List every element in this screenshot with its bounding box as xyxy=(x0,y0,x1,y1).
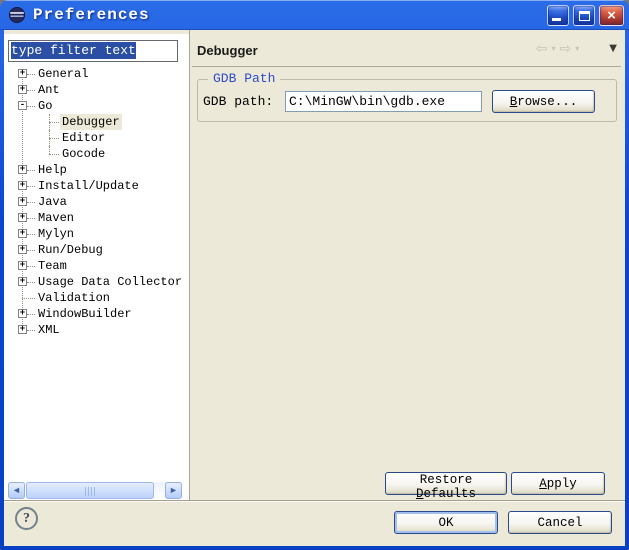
tree-item-label: Team xyxy=(36,258,69,274)
expand-icon[interactable]: + xyxy=(18,325,27,334)
browse-button[interactable]: Browse... xyxy=(492,90,595,113)
expand-icon[interactable]: + xyxy=(18,181,27,190)
titlebar[interactable]: Preferences × xyxy=(0,0,629,30)
help-icon: ? xyxy=(23,511,30,526)
tree-item-windowbuilder[interactable]: + WindowBuilder xyxy=(6,306,187,322)
tree-item-general[interactable]: + General xyxy=(6,66,187,82)
tree-item-go[interactable]: -Go xyxy=(6,98,187,114)
tree-item-label: Debugger xyxy=(60,114,122,130)
tree-item-label: General xyxy=(36,66,90,82)
dialog-content: type filter text +General+Ant-GoDebugger… xyxy=(4,30,625,546)
header-separator xyxy=(192,66,621,67)
scrollbar-thumb[interactable] xyxy=(26,482,154,499)
filter-input[interactable]: type filter text xyxy=(8,40,178,62)
scroll-left-icon: ◄ xyxy=(12,485,21,495)
preferences-window: Preferences × type filter text +General+… xyxy=(0,0,629,550)
tree-item-validation[interactable]: Validation xyxy=(6,290,187,306)
cancel-button[interactable]: Cancel xyxy=(508,511,612,534)
expand-icon[interactable]: + xyxy=(18,277,27,286)
maximize-button[interactable] xyxy=(573,5,595,26)
gdb-path-group-title: GDB Path xyxy=(208,71,280,87)
tree-item-run-debug[interactable]: + Run/Debug xyxy=(6,242,187,258)
scrollbar-grip-icon xyxy=(85,487,95,496)
tree-item-ant[interactable]: + Ant xyxy=(6,82,187,98)
filter-selected-text: type filter text xyxy=(11,42,136,59)
footer-separator xyxy=(4,500,625,501)
main-panel: Debugger ⇦ ▾ ⇨ ▾ ▼ GDB Path GDB path: Br… xyxy=(190,30,625,500)
back-dropdown-icon[interactable]: ▾ xyxy=(552,45,556,53)
tree-item-label: Help xyxy=(36,162,69,178)
close-icon: × xyxy=(607,7,616,24)
help-button[interactable]: ? xyxy=(15,507,38,530)
restore-defaults-button[interactable]: Restore Defaults xyxy=(385,472,507,495)
tree-item-label: Mylyn xyxy=(36,226,76,242)
tree-item-label: Usage Data Collector xyxy=(36,274,184,290)
tree-item-label: Editor xyxy=(60,130,107,146)
tree-item-java[interactable]: + Java xyxy=(6,194,187,210)
tree-item-label: Run/Debug xyxy=(36,242,105,258)
expand-icon[interactable]: + xyxy=(18,165,27,174)
tree-item-label: XML xyxy=(36,322,62,338)
scroll-right-button[interactable]: ► xyxy=(165,482,182,499)
view-menu-icon[interactable]: ▼ xyxy=(609,44,617,54)
maximize-icon xyxy=(579,11,590,21)
tree-item-label: Go xyxy=(36,98,54,114)
apply-button[interactable]: Apply xyxy=(511,472,605,495)
eclipse-icon xyxy=(8,6,26,24)
forward-icon[interactable]: ⇨ xyxy=(560,42,572,56)
preferences-tree: +General+Ant-GoDebuggerEditorGocode+Help… xyxy=(6,66,187,342)
tree-item-team[interactable]: + Team xyxy=(6,258,187,274)
expand-icon[interactable]: + xyxy=(18,229,27,238)
tree-item-mylyn[interactable]: + Mylyn xyxy=(6,226,187,242)
expand-icon[interactable]: + xyxy=(18,85,27,94)
tree-item-usage-data-collector[interactable]: + Usage Data Collector xyxy=(6,274,187,290)
ok-button[interactable]: OK xyxy=(394,511,498,534)
minimize-button[interactable] xyxy=(547,5,569,26)
expand-icon[interactable]: + xyxy=(18,197,27,206)
tree-item-label: Maven xyxy=(36,210,76,226)
tree-item-label: Ant xyxy=(36,82,62,98)
page-title: Debugger xyxy=(197,43,258,58)
window-title: Preferences xyxy=(33,6,150,24)
expand-icon[interactable]: + xyxy=(18,69,27,78)
expand-icon[interactable]: + xyxy=(18,261,27,270)
close-button[interactable]: × xyxy=(599,5,624,26)
tree-item-maven[interactable]: + Maven xyxy=(6,210,187,226)
tree-item-help[interactable]: + Help xyxy=(6,162,187,178)
tree-item-editor[interactable]: Editor xyxy=(6,130,187,146)
tree-item-label: WindowBuilder xyxy=(36,306,134,322)
tree-item-label: Validation xyxy=(36,290,112,306)
gdb-path-label: GDB path: xyxy=(203,94,273,110)
forward-dropdown-icon[interactable]: ▾ xyxy=(575,45,579,53)
expand-icon[interactable]: + xyxy=(18,213,27,222)
gdb-path-input[interactable] xyxy=(285,91,482,112)
expand-icon[interactable]: + xyxy=(18,245,27,254)
back-icon[interactable]: ⇦ xyxy=(536,42,548,56)
page-navigation: ⇦ ▾ ⇨ ▾ ▼ xyxy=(536,42,617,56)
minimize-icon xyxy=(552,18,561,21)
tree-item-install-update[interactable]: + Install/Update xyxy=(6,178,187,194)
tree-item-debugger[interactable]: Debugger xyxy=(6,114,187,130)
collapse-icon[interactable]: - xyxy=(18,101,27,110)
tree-item-xml[interactable]: + XML xyxy=(6,322,187,338)
scroll-left-button[interactable]: ◄ xyxy=(8,482,25,499)
tree-horizontal-scrollbar[interactable]: ◄ ► xyxy=(8,482,182,499)
scroll-right-icon: ► xyxy=(169,485,178,495)
tree-item-gocode[interactable]: Gocode xyxy=(6,146,187,162)
window-controls: × xyxy=(547,5,624,26)
tree-item-label: Install/Update xyxy=(36,178,141,194)
expand-icon[interactable]: + xyxy=(18,309,27,318)
tree-item-label: Java xyxy=(36,194,69,210)
tree-item-label: Gocode xyxy=(60,146,107,162)
